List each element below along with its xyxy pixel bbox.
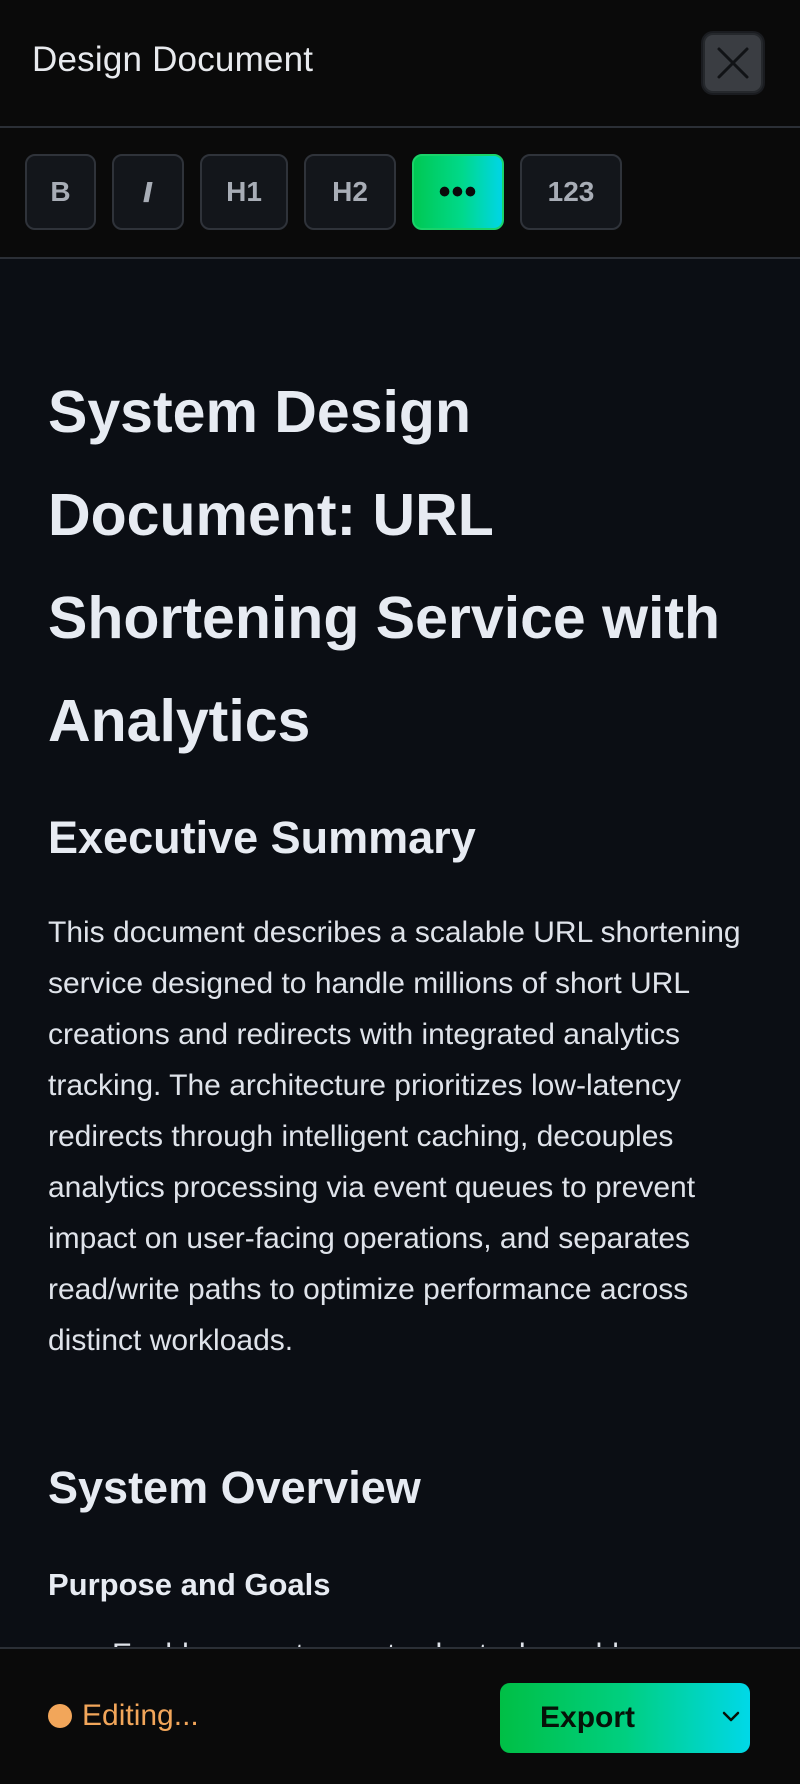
section-heading-executive-summary: Executive Summary xyxy=(48,812,476,863)
formatting-toolbar: B I H1 H2 ••• 123 xyxy=(0,128,800,259)
export-button[interactable]: Export xyxy=(500,1683,750,1753)
list-item: Enable users to create short, shareable xyxy=(48,1629,636,1647)
subheading-purpose-and-goals: Purpose and Goals xyxy=(48,1567,331,1602)
chevron-down-icon[interactable] xyxy=(722,1711,740,1723)
close-icon xyxy=(717,47,749,79)
more-options-button[interactable]: ••• xyxy=(412,154,504,230)
heading1-button[interactable]: H1 xyxy=(200,154,288,230)
export-label: Export xyxy=(540,1701,636,1734)
executive-summary-paragraph: This document describes a scalable URL s… xyxy=(48,916,741,1357)
editor-app: Design Document B I H1 H2 ••• 123 System… xyxy=(0,0,800,1784)
editing-status: Editing... xyxy=(48,1699,199,1733)
numbered-list-button[interactable]: 123 xyxy=(520,154,622,230)
italic-button[interactable]: I xyxy=(112,154,184,230)
footer-bar: Editing... Export xyxy=(0,1647,800,1784)
bold-button[interactable]: B xyxy=(25,154,96,230)
document-title: System Design Document: URL Shortening S… xyxy=(48,379,721,754)
header-bar: Design Document xyxy=(0,0,800,128)
document-body[interactable]: System Design Document: URL Shortening S… xyxy=(0,259,800,1647)
status-text: Editing... xyxy=(82,1699,199,1732)
status-dot-icon xyxy=(48,1704,72,1728)
close-button[interactable] xyxy=(703,33,763,93)
page-title: Design Document xyxy=(32,40,314,79)
section-heading-system-overview: System Overview xyxy=(48,1462,421,1513)
heading2-button[interactable]: H2 xyxy=(304,154,396,230)
